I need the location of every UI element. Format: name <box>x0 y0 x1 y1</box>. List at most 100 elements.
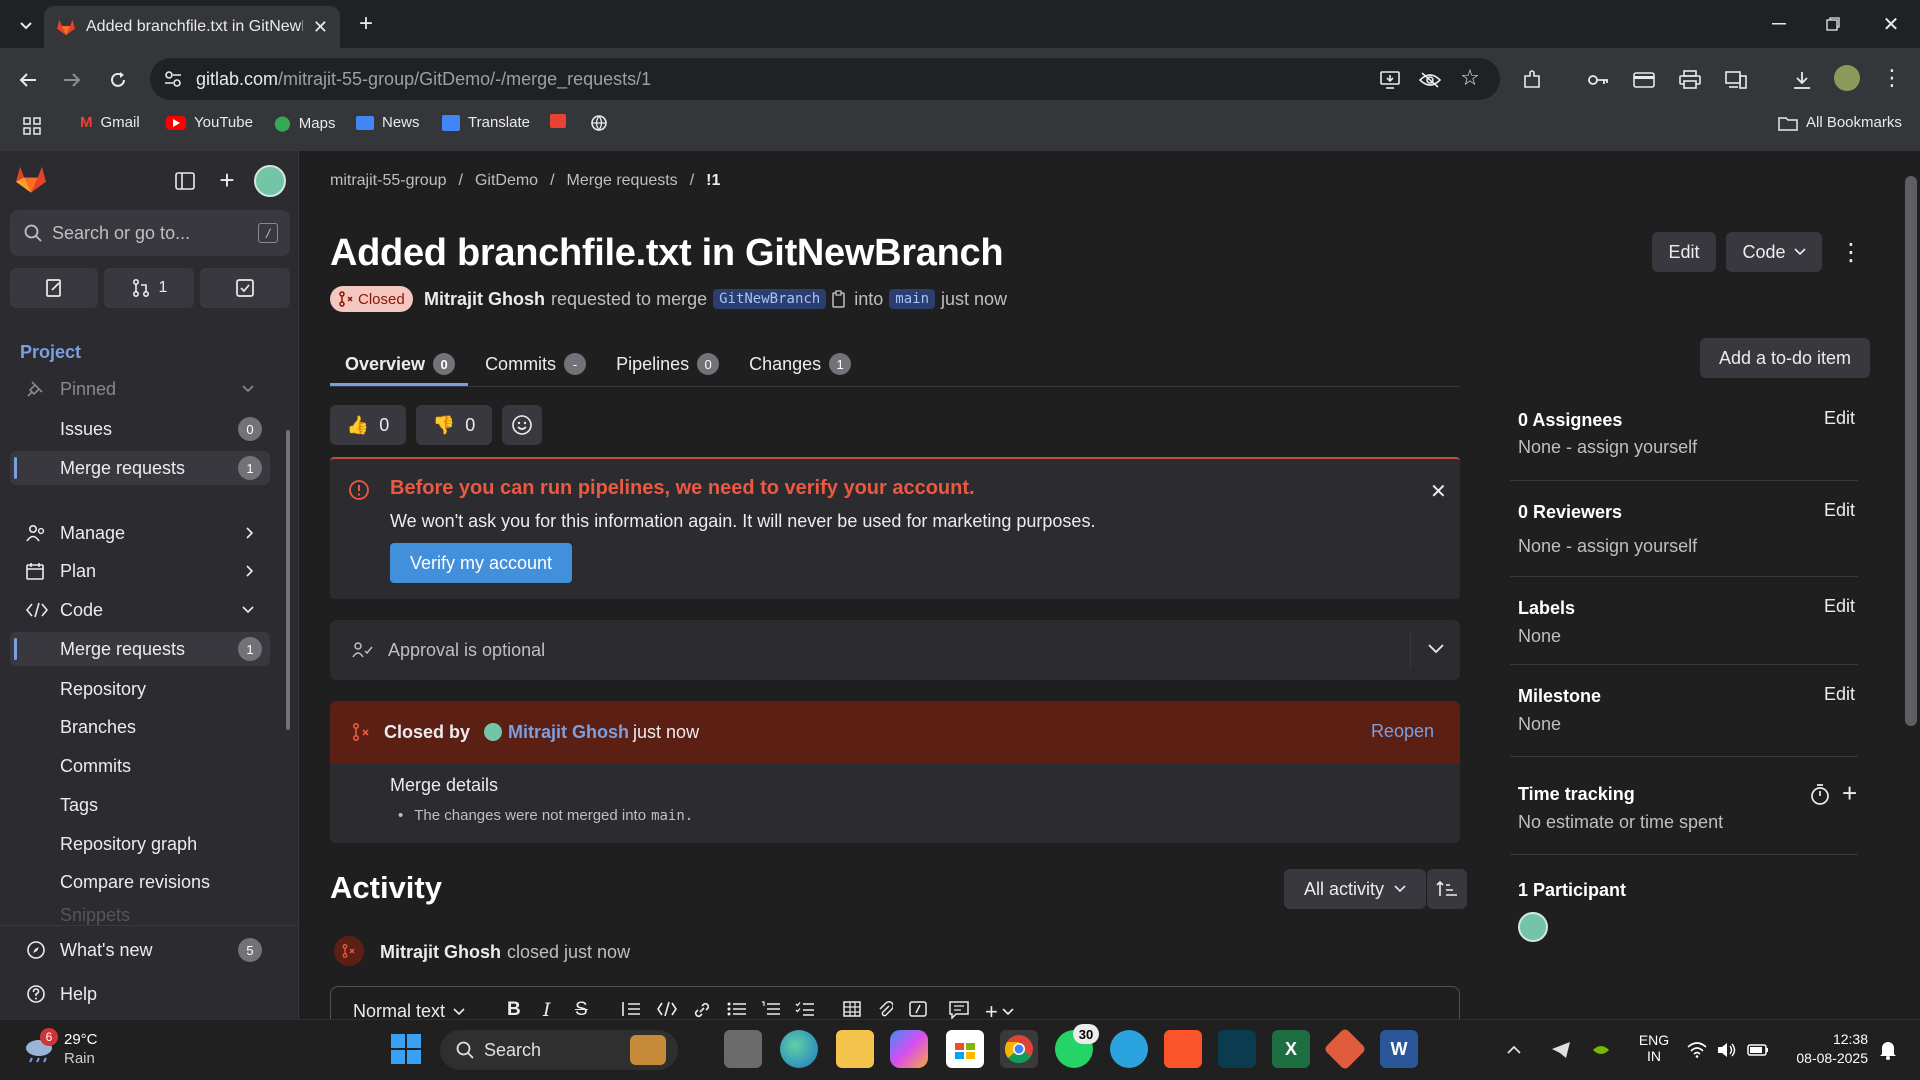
close-icon[interactable]: ✕ <box>1430 479 1447 504</box>
breadcrumb-project[interactable]: GitDemo <box>475 172 538 190</box>
sidebar-item-help[interactable]: Help <box>10 977 270 1011</box>
quote-icon[interactable] <box>621 1001 641 1017</box>
chevron-down-icon[interactable] <box>1428 644 1444 654</box>
new-tab-plus-icon[interactable]: + <box>352 10 380 38</box>
merge-requests-pill-button[interactable]: 1 <box>104 268 194 308</box>
gitlab-logo-icon[interactable] <box>14 164 48 194</box>
issues-pill-button[interactable] <box>10 268 98 308</box>
battery-icon[interactable] <box>1746 1040 1770 1060</box>
bookmark-news[interactable]: News <box>356 114 420 131</box>
todo-pill-button[interactable] <box>200 268 290 308</box>
apps-grid-icon[interactable] <box>20 114 44 138</box>
language-indicator[interactable]: ENG IN <box>1634 1032 1674 1064</box>
payment-card-icon[interactable] <box>1630 66 1658 94</box>
labels-edit-link[interactable]: Edit <box>1824 596 1855 617</box>
author-link[interactable]: Mitrajit Ghosh <box>424 289 545 310</box>
strikethrough-icon[interactable]: S <box>575 999 588 1021</box>
code-dropdown-button[interactable]: Code <box>1726 232 1822 272</box>
sidebar-pinned-header[interactable]: Pinned <box>10 372 270 406</box>
app-butterfly-icon[interactable] <box>1218 1030 1256 1068</box>
attachment-icon[interactable] <box>877 1000 893 1018</box>
install-app-icon[interactable] <box>1376 66 1404 94</box>
participant-avatar[interactable] <box>1518 912 1548 942</box>
window-close-icon[interactable]: ✕ <box>1876 10 1906 38</box>
forward-arrow-icon[interactable] <box>56 64 88 96</box>
sidebar-item-issues[interactable]: Issues 0 <box>10 412 270 446</box>
all-bookmarks[interactable]: All Bookmarks <box>1778 114 1902 131</box>
reviewers-value[interactable]: None - assign yourself <box>1518 536 1697 557</box>
activity-user-link[interactable]: Mitrajit Ghosh <box>380 942 501 963</box>
activity-filter-dropdown[interactable]: All activity <box>1284 869 1426 909</box>
whatsapp-icon[interactable]: 30 <box>1055 1024 1099 1068</box>
window-minimize-icon[interactable] <box>1764 10 1794 38</box>
tab-commits[interactable]: Commits - <box>470 340 601 388</box>
sidebar-item-manage[interactable]: Manage <box>10 516 270 550</box>
bookmark-gmail[interactable]: M Gmail <box>80 114 140 131</box>
bookmark-star-icon[interactable]: ☆ <box>1456 64 1484 92</box>
task-view-icon[interactable] <box>724 1030 762 1068</box>
tab-search-chevron-icon[interactable] <box>12 12 40 40</box>
link-icon[interactable] <box>693 1001 711 1019</box>
address-bar[interactable]: gitlab.com/mitrajit-55-group/GitDemo/-/m… <box>150 58 1500 100</box>
sidebar-item-plan[interactable]: Plan <box>10 554 270 588</box>
numbered-list-icon[interactable] <box>761 1001 781 1017</box>
window-restore-icon[interactable] <box>1818 10 1848 38</box>
bookmark-globe-icon[interactable] <box>590 114 608 132</box>
cast-devices-icon[interactable] <box>1722 66 1750 94</box>
more-actions-kebab-icon[interactable]: ⋮ <box>1838 236 1864 268</box>
sidebar-item-merge-requests[interactable]: Merge requests 1 <box>10 632 270 666</box>
sidebar-item-code[interactable]: Code <box>10 593 270 627</box>
bullet-list-icon[interactable] <box>727 1001 747 1017</box>
tab-pipelines[interactable]: Pipelines 0 <box>601 340 734 388</box>
copilot-icon[interactable] <box>890 1030 928 1068</box>
breadcrumb-group[interactable]: mitrajit-55-group <box>330 172 446 190</box>
tab-changes[interactable]: Changes 1 <box>734 340 866 388</box>
eye-off-icon[interactable] <box>1416 66 1444 94</box>
wifi-icon[interactable] <box>1686 1040 1708 1060</box>
bookmark-translate[interactable]: Translate <box>442 114 530 131</box>
volume-icon[interactable] <box>1716 1040 1738 1060</box>
chrome-icon[interactable] <box>1000 1030 1038 1068</box>
sidebar-toggle-icon[interactable] <box>172 168 198 194</box>
windows-start-icon[interactable] <box>390 1033 422 1065</box>
reload-icon[interactable] <box>102 64 134 96</box>
telegram-tray-icon[interactable] <box>1550 1040 1572 1060</box>
page-scrollbar[interactable] <box>1902 158 1920 1019</box>
extensions-icon[interactable] <box>1518 66 1546 94</box>
nvidia-tray-icon[interactable] <box>1590 1042 1612 1058</box>
assignees-edit-link[interactable]: Edit <box>1824 408 1855 429</box>
sidebar-item-commits[interactable]: Commits <box>10 749 270 783</box>
sidebar-scrollbar[interactable] <box>284 380 292 920</box>
sidebar-item-snippets[interactable]: Snippets <box>10 905 270 925</box>
breadcrumb-merge-requests[interactable]: Merge requests <box>567 172 678 190</box>
site-info-icon[interactable] <box>164 70 182 88</box>
microsoft-store-icon[interactable] <box>946 1030 984 1068</box>
weather-rain-icon[interactable]: 6 <box>22 1028 58 1064</box>
closed-by-user-link[interactable]: Mitrajit Ghosh <box>508 722 629 743</box>
add-time-plus-icon[interactable]: + <box>1842 778 1857 809</box>
show-hidden-icons-chevron-icon[interactable] <box>1504 1040 1524 1060</box>
verify-account-button[interactable]: Verify my account <box>390 543 572 583</box>
password-key-icon[interactable] <box>1584 66 1612 94</box>
thumbs-down-button[interactable]: 👎 0 <box>416 405 492 445</box>
approval-panel[interactable]: Approval is optional <box>330 620 1460 680</box>
word-icon[interactable]: W <box>1380 1030 1418 1068</box>
breadcrumb-current[interactable]: !1 <box>706 172 720 190</box>
excel-icon[interactable]: X <box>1272 1030 1310 1068</box>
italic-icon[interactable]: I <box>543 999 551 1021</box>
reopen-link[interactable]: Reopen <box>1371 721 1434 742</box>
tab-close-icon[interactable]: ✕ <box>313 17 328 38</box>
bookmark-store-icon[interactable] <box>550 114 566 128</box>
milestone-edit-link[interactable]: Edit <box>1824 684 1855 705</box>
sidebar-item-merge-requests-pinned[interactable]: Merge requests 1 <box>10 451 270 485</box>
bookmark-youtube[interactable]: YouTube <box>166 114 253 131</box>
tab-overview[interactable]: Overview 0 <box>330 340 470 388</box>
sort-direction-button[interactable] <box>1427 869 1467 909</box>
profile-avatar[interactable] <box>1834 65 1860 91</box>
bold-icon[interactable]: B <box>507 999 521 1021</box>
browser-menu-kebab-icon[interactable]: ⋮ <box>1880 64 1904 92</box>
sidebar-item-repository-graph[interactable]: Repository graph <box>10 827 270 861</box>
user-avatar[interactable] <box>254 165 286 197</box>
add-todo-button[interactable]: Add a to-do item <box>1700 338 1870 378</box>
source-branch-chip[interactable]: GitNewBranch <box>713 289 827 309</box>
